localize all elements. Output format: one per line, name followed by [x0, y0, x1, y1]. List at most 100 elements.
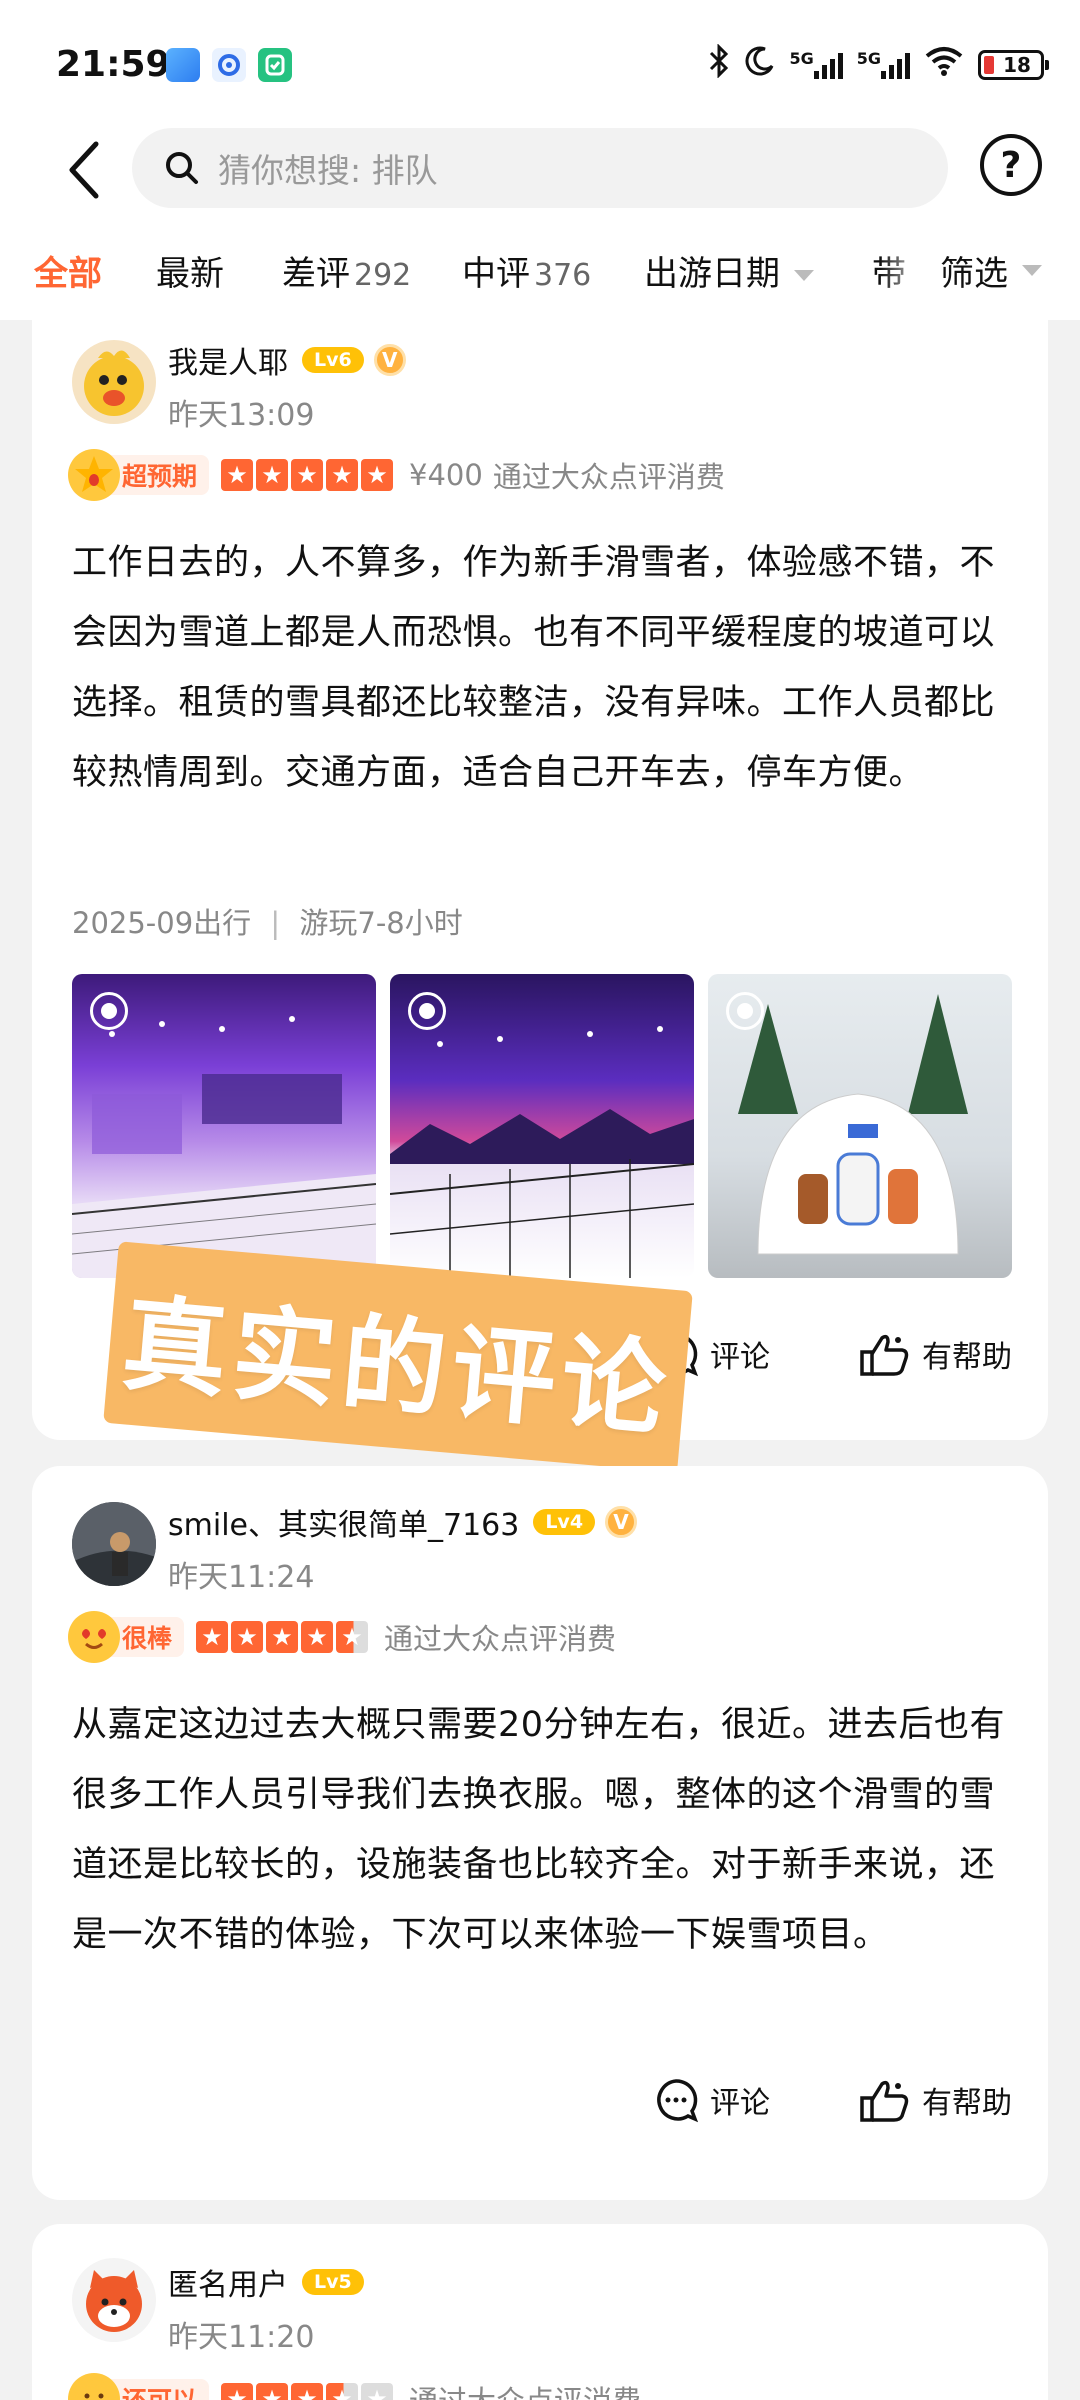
review-photo[interactable] — [390, 974, 694, 1278]
tab-label: 全部 — [34, 254, 102, 294]
photo-grid — [72, 974, 1012, 1278]
thumbs-up-icon — [860, 2080, 909, 2122]
star-icon: ★ — [256, 2383, 289, 2400]
star-icon: ★ — [266, 1621, 299, 1653]
star-icon: ★ — [301, 1621, 334, 1653]
caret-down-icon — [1022, 264, 1042, 276]
consume-source: 通过大众点评消费 — [492, 460, 725, 494]
star-empty-icon: ★ — [361, 2383, 394, 2400]
filter-label: 筛选 — [940, 253, 1008, 294]
status-bar: 21:59 5G 5G 18 — [0, 0, 1080, 120]
review-photo[interactable] — [708, 974, 1012, 1278]
live-photo-icon — [726, 992, 764, 1030]
battery-level: 18 — [1003, 53, 1031, 77]
tab-negative[interactable]: 差评 292 — [282, 246, 411, 295]
search-placeholder: 猜你想搜: 排队 — [218, 151, 438, 190]
thumbs-up-icon — [860, 1334, 909, 1376]
verified-badge: V — [373, 344, 406, 376]
rating-tag-label: 很棒 — [122, 1624, 173, 1653]
star-rating: ★ ★ ★ ★ ★ — [221, 459, 394, 491]
search-header: 猜你想搜: 排队 ? — [0, 120, 1080, 220]
helpful-button[interactable]: 有帮助 — [858, 1330, 1012, 1378]
help-button[interactable]: ? — [980, 134, 1042, 196]
filter-button[interactable]: 筛选 — [906, 220, 1042, 320]
tab-count: 376 — [534, 258, 592, 293]
comment-button[interactable]: 评论 — [652, 2076, 770, 2124]
tab-label: 中评 — [462, 254, 530, 294]
caret-down-icon — [794, 270, 814, 281]
rating-tag: 很棒 — [68, 1611, 185, 1663]
comment-icon — [657, 2079, 699, 2123]
question-icon: ? — [1000, 144, 1022, 186]
tab-label: 最新 — [156, 254, 224, 294]
smile-emoji-icon — [68, 2373, 120, 2400]
review-actions: 评论 有帮助 — [652, 1330, 1012, 1378]
swirl-app-icon — [212, 48, 246, 82]
star-half-icon: ★ — [336, 1621, 369, 1653]
live-photo-icon — [90, 992, 128, 1030]
review-time: 昨天13:09 — [168, 398, 315, 433]
network-type-2: 5G — [856, 49, 881, 68]
username[interactable]: smile、其实很简单_7163 — [168, 1500, 519, 1544]
username-row: 匿名用户 Lv5 — [168, 2260, 364, 2304]
star-eyes-emoji-icon — [68, 449, 120, 501]
star-icon: ★ — [291, 2383, 324, 2400]
price: ¥400 — [409, 458, 483, 492]
wifi-icon — [924, 45, 964, 85]
rating-tag-label: 超预期 — [122, 462, 198, 491]
star-icon: ★ — [256, 459, 289, 491]
username[interactable]: 我是人耶 — [168, 338, 288, 382]
status-time: 21:59 — [56, 44, 171, 85]
live-photo-icon — [408, 992, 446, 1030]
avatar[interactable] — [72, 1502, 156, 1586]
rating-row: 还可以 ★ ★ ★ ★ ★ 通过大众点评消费 — [68, 2373, 641, 2400]
weather-app-icon — [166, 48, 200, 82]
tab-trip-date[interactable]: 出游日期 — [644, 246, 814, 295]
moon-icon — [745, 46, 775, 84]
tab-latest[interactable]: 最新 — [156, 246, 224, 295]
tab-all[interactable]: 全部 — [34, 246, 102, 295]
review-time: 昨天11:24 — [168, 1560, 315, 1595]
rating-row: 超预期 ★ ★ ★ ★ ★ ¥400 通过大众点评消费 — [68, 449, 725, 501]
signal-icon-2 — [881, 51, 910, 79]
search-input[interactable]: 猜你想搜: 排队 — [132, 128, 948, 208]
trip-date: 2025-09出行 — [72, 906, 252, 940]
chevron-left-icon — [69, 141, 99, 199]
level-badge: Lv5 — [302, 2269, 364, 2295]
review-card[interactable]: smile、其实很简单_7163 Lv4 V 昨天11:24 很棒 ★ ★ ★ … — [32, 1466, 1048, 2200]
back-button[interactable] — [44, 130, 124, 210]
tab-neutral[interactable]: 中评 376 — [462, 246, 591, 295]
comment-label: 评论 — [710, 1340, 770, 1375]
trip-meta: 2025-09出行 | 游玩7-8小时 — [72, 900, 463, 942]
review-time: 昨天11:20 — [168, 2320, 315, 2355]
signal-icon-1 — [813, 51, 843, 79]
rating-tag: 还可以 — [68, 2373, 210, 2400]
search-icon — [166, 152, 198, 184]
review-text: 工作日去的，人不算多，作为新手滑雪者，体验感不错，不会因为雪道上都是人而恐惧。也… — [72, 543, 996, 793]
avatar[interactable] — [72, 2258, 156, 2342]
star-icon: ★ — [291, 459, 324, 491]
verified-badge: V — [605, 1506, 638, 1538]
heart-eyes-emoji-icon — [68, 1611, 120, 1663]
star-half-icon: ★ — [326, 2383, 359, 2400]
username[interactable]: 匿名用户 — [168, 2260, 288, 2304]
battery-icon: 18 — [978, 50, 1049, 80]
comment-label: 评论 — [710, 2086, 770, 2121]
rating-tag-label: 还可以 — [122, 2381, 197, 2400]
review-text: 从嘉定这边过去大概只需要20分钟左右，很近。进去后也有很多工作人员引导我们去换衣… — [72, 1705, 1006, 1955]
review-photo[interactable] — [72, 974, 376, 1278]
star-icon: ★ — [361, 459, 394, 491]
username-row: 我是人耶 Lv6 V — [168, 338, 406, 382]
tab-count: 292 — [354, 258, 412, 293]
review-actions: 评论 有帮助 — [652, 2076, 1012, 2124]
shield-app-icon — [258, 48, 292, 82]
avatar[interactable] — [72, 340, 156, 424]
play-duration: 游玩7-8小时 — [299, 906, 463, 940]
star-icon: ★ — [196, 1621, 229, 1653]
helpful-button[interactable]: 有帮助 — [858, 2076, 1012, 2124]
rating-tag: 超预期 — [68, 449, 210, 501]
review-card[interactable]: 匿名用户 Lv5 昨天11:20 还可以 ★ ★ ★ ★ ★ 通过大众点评消费 — [32, 2224, 1048, 2400]
star-icon: ★ — [221, 2383, 254, 2400]
level-badge: Lv6 — [302, 347, 364, 373]
username-row: smile、其实很简单_7163 Lv4 V — [168, 1500, 638, 1544]
